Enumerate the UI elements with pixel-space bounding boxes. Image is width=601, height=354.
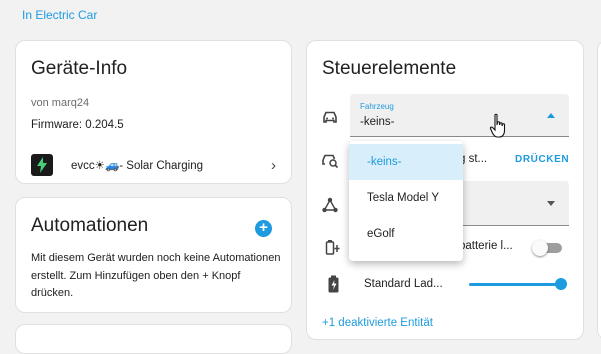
breadcrumb-area-link[interactable]: In Electric Car	[22, 8, 97, 22]
hand-cursor-icon	[489, 113, 509, 144]
manufacturer-text: von marq24	[31, 97, 90, 109]
battery-bolt-icon	[327, 275, 345, 293]
disabled-entities-link[interactable]: +1 deaktivierte Entität	[322, 317, 433, 329]
toggle-knob[interactable]	[532, 240, 548, 256]
control-row-4-text: batterie l...	[459, 240, 513, 252]
partial-card-right	[597, 40, 601, 340]
add-automation-button[interactable]: +	[255, 220, 272, 237]
integration-row[interactable]: evcc☀🚙- Solar Charging ›	[31, 154, 276, 176]
car-search-icon	[321, 151, 339, 169]
automations-card: Automationen + Mit diesem Gerät wurden n…	[15, 197, 292, 313]
automations-title: Automationen	[31, 215, 149, 236]
car-icon	[321, 108, 339, 126]
device-info-card: Geräte-Info von marq24 Firmware: 0.204.5…	[15, 40, 292, 184]
battery-charging-icon	[324, 238, 342, 256]
dropdown-option[interactable]: Tesla Model Y	[349, 180, 463, 216]
chevron-right-icon: ›	[271, 156, 276, 174]
control-row-2-text: g st...	[459, 153, 488, 165]
vehicle-select[interactable]: Fahrzeug -keins-	[350, 94, 569, 137]
lightning-icon	[31, 154, 53, 176]
vehicle-select-label: Fahrzeug	[360, 102, 394, 111]
vehicle-select-value: -keins-	[360, 116, 395, 128]
graph-icon	[321, 196, 339, 214]
dropdown-option[interactable]: eGolf	[349, 216, 463, 252]
next-card	[15, 324, 292, 354]
automations-description: Mit diesem Gerät wurden noch keine Autom…	[31, 252, 281, 299]
device-info-title: Geräte-Info	[31, 58, 128, 79]
controls-title: Steuerelemente	[322, 58, 457, 79]
control-row-5-text: Standard Lad...	[364, 278, 443, 290]
caret-up-icon	[547, 113, 555, 118]
vehicle-dropdown-menu: -keins- Tesla Model Y eGolf	[349, 141, 463, 261]
press-button[interactable]: DRÜCKEN	[515, 154, 569, 165]
integration-label: evcc☀🚙- Solar Charging	[71, 160, 204, 172]
charge-slider-track[interactable]	[469, 283, 561, 286]
caret-down-icon	[547, 201, 555, 206]
firmware-text: Firmware: 0.204.5	[31, 119, 124, 131]
dropdown-option[interactable]: -keins-	[349, 144, 463, 180]
charge-slider-handle[interactable]	[555, 278, 567, 290]
